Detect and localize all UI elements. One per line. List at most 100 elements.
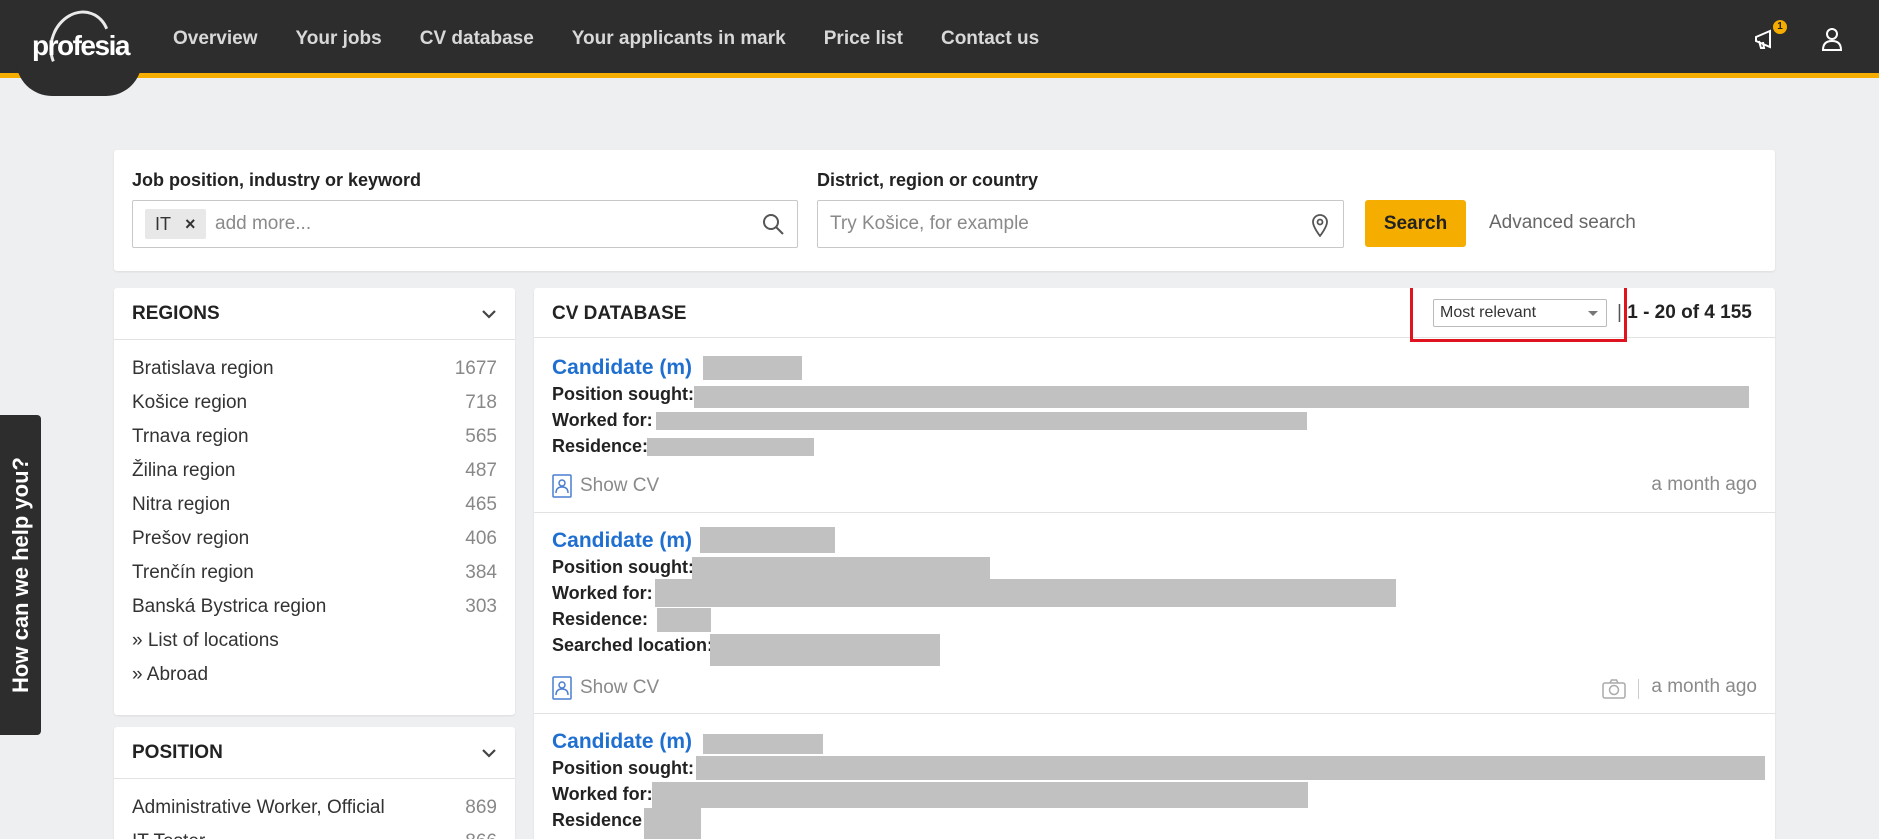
keyword-field[interactable]: IT × <box>132 200 798 248</box>
chevron-down-icon[interactable] <box>481 306 497 322</box>
region-count: 565 <box>465 426 497 447</box>
help-tab[interactable]: How can we help you? <box>0 415 41 735</box>
notification-badge: 1 <box>1773 20 1787 34</box>
field-label: Position sought: <box>552 557 694 577</box>
candidate-card: Candidate (m) Position sought: Worked fo… <box>534 513 1775 714</box>
field-label: Residence <box>552 810 643 830</box>
logo[interactable]: profesia <box>16 0 142 96</box>
redacted-block <box>703 734 823 754</box>
field-label: Residence: <box>552 609 649 629</box>
redacted-block <box>692 557 990 579</box>
redacted-block <box>700 527 835 553</box>
position-count: 866 <box>465 831 497 839</box>
regions-title: REGIONS <box>132 303 220 324</box>
candidate-name-link[interactable]: Candidate (m) <box>552 730 692 754</box>
region-item[interactable]: Žilina region 487 <box>132 454 497 488</box>
location-pin-icon <box>1312 214 1328 237</box>
location-input[interactable] <box>830 201 1290 247</box>
region-item[interactable]: Banská Bystrica region 303 <box>132 590 497 624</box>
position-item[interactable]: Administrative Worker, Official 869 <box>132 791 497 825</box>
sort-value: Most relevant <box>1440 304 1537 321</box>
region-item[interactable]: Trnava region 565 <box>132 420 497 454</box>
link-label: » List of locations <box>132 630 279 651</box>
field-label: Position sought: <box>552 384 694 404</box>
field-label: Worked for: <box>552 784 653 804</box>
candidate-name-link[interactable]: Candidate (m) <box>552 529 692 553</box>
abroad-link[interactable]: » Abroad <box>132 658 497 692</box>
redacted-block <box>656 412 1307 430</box>
position-title: POSITION <box>132 742 223 763</box>
redacted-block <box>696 756 1765 780</box>
region-label: Nitra region <box>132 494 231 515</box>
field-label: Position sought: <box>552 758 694 778</box>
search-icon[interactable] <box>761 212 785 236</box>
region-item[interactable]: Trenčín region 384 <box>132 556 497 590</box>
chevron-down-icon[interactable] <box>481 745 497 761</box>
regions-header[interactable]: REGIONS <box>114 288 515 340</box>
megaphone-icon[interactable]: 1 <box>1751 20 1787 54</box>
position-count: 869 <box>465 797 497 818</box>
regions-filter: REGIONS Bratislava region 1677 Košice reg… <box>114 288 515 715</box>
region-count: 487 <box>465 460 497 481</box>
keyword-chip: IT × <box>145 209 206 239</box>
region-label: Žilina region <box>132 460 236 481</box>
keyword-label: Job position, industry or keyword <box>132 170 422 190</box>
advanced-search-link[interactable]: Advanced search <box>1489 212 1636 234</box>
keyword-input[interactable] <box>215 201 735 247</box>
nav-your-jobs[interactable]: Your jobs <box>296 28 382 50</box>
region-item[interactable]: Bratislava region 1677 <box>132 352 497 386</box>
redacted-block <box>657 608 711 632</box>
cv-document-icon <box>552 676 572 700</box>
nav-overview[interactable]: Overview <box>173 28 258 50</box>
location-label: District, region or country <box>817 170 1039 190</box>
show-cv-link[interactable]: Show CV <box>552 474 659 498</box>
posted-time: a month ago <box>1651 676 1757 697</box>
region-count: 718 <box>465 392 497 413</box>
redacted-block <box>647 438 814 456</box>
user-icon[interactable] <box>1817 24 1847 54</box>
nav-price-list[interactable]: Price list <box>824 28 903 50</box>
chip-remove-icon[interactable]: × <box>185 209 196 239</box>
candidate-name-link[interactable]: Candidate (m) <box>552 356 692 380</box>
camera-icon <box>1602 679 1626 699</box>
link-label: » Abroad <box>132 664 209 685</box>
show-cv-label: Show CV <box>580 475 660 496</box>
main-nav: Overview Your jobs CV database Your appl… <box>173 0 1039 78</box>
region-label: Bratislava region <box>132 358 274 379</box>
redacted-block <box>710 634 940 666</box>
region-count: 1677 <box>454 358 497 379</box>
cv-results-panel: CV DATABASE Most relevant | 1 - 20 of 4 … <box>534 288 1775 839</box>
search-button[interactable]: Search <box>1365 200 1466 247</box>
show-cv-label: Show CV <box>580 677 660 698</box>
location-field[interactable] <box>817 200 1344 248</box>
region-label: Prešov region <box>132 528 250 549</box>
sort-select[interactable]: Most relevant <box>1433 299 1607 327</box>
divider <box>1638 679 1639 699</box>
posted-time: a month ago <box>1651 474 1757 495</box>
nav-your-applicants[interactable]: Your applicants in mark <box>572 28 786 50</box>
position-item[interactable]: IT Tester 866 <box>132 825 497 839</box>
separator: | <box>1617 302 1622 323</box>
field-label: Searched location: <box>552 635 714 655</box>
position-header[interactable]: POSITION <box>114 727 515 779</box>
region-item[interactable]: Košice region 718 <box>132 386 497 420</box>
results-count: 1 - 20 of 4 155 <box>1627 302 1752 323</box>
redacted-block <box>655 579 1396 607</box>
region-label: Trnava region <box>132 426 249 447</box>
nav-contact-us[interactable]: Contact us <box>941 28 1039 50</box>
region-count: 303 <box>465 596 497 617</box>
show-cv-link[interactable]: Show CV <box>552 676 659 700</box>
logo-text: profesia <box>32 30 130 61</box>
field-label: Worked for: <box>552 410 653 430</box>
position-label: Administrative Worker, Official <box>132 797 385 818</box>
region-item[interactable]: Nitra region 465 <box>132 488 497 522</box>
results-header: CV DATABASE Most relevant | 1 - 20 of 4 … <box>534 288 1775 342</box>
region-count: 465 <box>465 494 497 515</box>
nav-cv-database[interactable]: CV database <box>420 28 534 50</box>
region-item[interactable]: Prešov region 406 <box>132 522 497 556</box>
field-label: Worked for: <box>552 583 653 603</box>
field-label: Residence: <box>552 436 649 456</box>
list-of-locations-link[interactable]: » List of locations <box>132 624 497 658</box>
candidate-card: Candidate (m) Position sought: Worked fo… <box>534 714 1775 839</box>
region-count: 406 <box>465 528 497 549</box>
